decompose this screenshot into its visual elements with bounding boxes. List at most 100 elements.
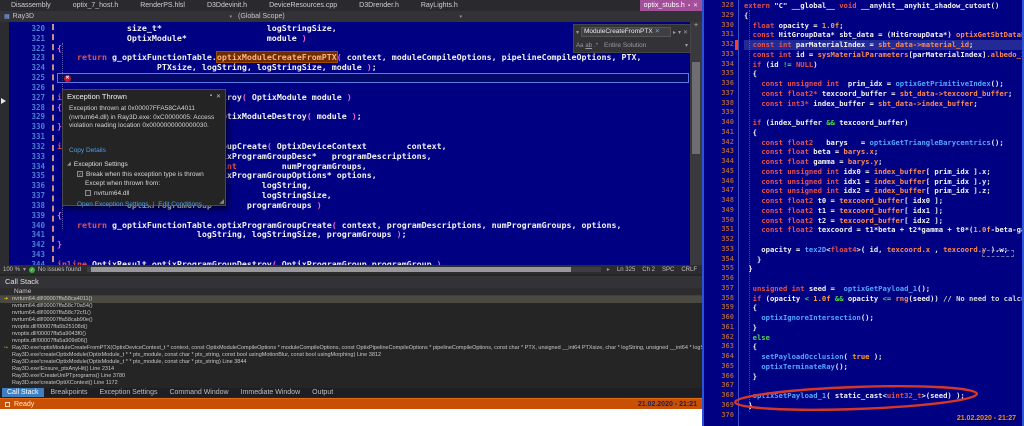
code-line[interactable]: if (index_buffer && texcoord_buffer) <box>744 118 1022 128</box>
line-number[interactable]: 337 <box>9 191 45 201</box>
right-editor-window[interactable]: 328 329 330 331 332 333 334 335 336 337 338 339 340 3… <box>702 0 1024 426</box>
line-number[interactable]: 356 <box>706 274 734 284</box>
code-line[interactable]: } <box>744 323 1022 333</box>
line-number[interactable]: 341 <box>9 230 45 240</box>
line-number[interactable]: 335 <box>9 171 45 181</box>
exception-settings-toggle[interactable]: ◢ Exception Settings <box>63 157 225 168</box>
line-number[interactable]: 349 <box>706 206 734 216</box>
code-line[interactable]: optixTerminateRay(); <box>744 362 1022 372</box>
code-line[interactable]: const unsigned int idx2 = index_buffer[ … <box>744 186 1022 196</box>
tab-d3ddevinit-h[interactable]: D3Ddevinit.h <box>196 0 258 11</box>
line-number[interactable]: 339 <box>9 211 45 221</box>
line-number[interactable]: 354 <box>706 255 734 265</box>
checkbox-checked-icon[interactable]: ✓ <box>77 171 83 178</box>
left-gutter[interactable]: 320 321 322 323 324 325 326 327 328 329 330 331 332 3… <box>9 24 45 265</box>
code-line[interactable]: { <box>744 11 1022 21</box>
code-line[interactable]: const unsigned int prim_idx = optixGetPr… <box>744 79 1022 89</box>
line-number[interactable]: 343 <box>706 147 734 157</box>
code-line[interactable]: float opacity = 1.0f; <box>744 21 1022 31</box>
call-stack-frame[interactable]: nvrtum64.dll!00007ffa58c72cf1() <box>0 310 702 317</box>
tab-renderps-hlsl[interactable]: RenderPS.hlsl <box>129 0 196 11</box>
zoom-level[interactable]: 100 % <box>3 267 20 273</box>
line-number[interactable]: 362 <box>706 333 734 343</box>
whole-word-icon[interactable]: ab <box>585 43 592 49</box>
line-number[interactable]: 333 <box>9 152 45 162</box>
panel-tab-call-stack[interactable]: Call Stack <box>2 388 44 397</box>
line-number[interactable]: 360 <box>706 313 734 323</box>
resize-grip-icon[interactable]: ◢ <box>219 198 224 205</box>
line-number[interactable]: 330 <box>9 122 45 132</box>
code-line[interactable]: ✕ <box>57 73 689 83</box>
close-icon[interactable]: ✕ <box>216 93 221 100</box>
right-gutter[interactable]: 328 329 330 331 332 333 334 335 336 337 338 339 340 3… <box>706 1 734 420</box>
line-number[interactable]: 338 <box>706 99 734 109</box>
line-number[interactable]: 359 <box>706 303 734 313</box>
line-number[interactable]: 342 <box>9 240 45 250</box>
find-next-icon[interactable]: ▸ <box>673 29 676 36</box>
panel-tab-command-window[interactable]: Command Window <box>164 388 233 397</box>
call-stack-frame[interactable]: Ray3D.exe!createOptixModule(OptixModule_… <box>0 352 702 359</box>
line-number[interactable]: 339 <box>706 108 734 118</box>
line-number[interactable]: 328 <box>9 103 45 113</box>
tab-d3drender-h[interactable]: D3Drender.h <box>348 0 410 11</box>
scrollbar-thumb[interactable] <box>692 62 700 154</box>
checkbox-unchecked-icon[interactable] <box>85 190 91 196</box>
tab-raylights-h[interactable]: RayLights.h <box>410 0 469 11</box>
call-stack-frame[interactable]: nvoptix.dll!00007ffa5a9043f0() <box>0 331 702 338</box>
panel-tab-breakpoints[interactable]: Breakpoints <box>46 388 93 397</box>
tab-deviceresources-cpp[interactable]: DeviceResources.cpp <box>258 0 348 11</box>
line-number[interactable]: 341 <box>706 128 734 138</box>
chevron-down-icon[interactable]: ▾ <box>459 14 462 20</box>
indicator-margin[interactable] <box>0 22 9 265</box>
line-number[interactable]: 321 <box>9 34 45 44</box>
scope-dropdown[interactable]: (Global Scope) ▾ <box>238 13 468 20</box>
call-stack-frame[interactable]: nvrtum64.dll!00007ffa58c70a54() <box>0 303 702 310</box>
code-line[interactable]: const int id = sysMaterialParameters[par… <box>744 50 1022 60</box>
match-case-icon[interactable]: Aa <box>576 43 583 49</box>
line-number[interactable]: 358 <box>706 294 734 304</box>
code-line[interactable]: const unsigned int idx1 = index_buffer[ … <box>744 177 1022 187</box>
code-line[interactable] <box>744 108 1022 118</box>
line-number[interactable]: 344 <box>706 157 734 167</box>
close-icon[interactable]: ✕ <box>683 29 688 36</box>
line-number[interactable]: 350 <box>706 216 734 226</box>
code-line[interactable]: setPayloadOcclusion( true ); <box>744 352 1022 362</box>
panel-tab-immediate-window[interactable]: Immediate Window <box>236 388 306 397</box>
code-line[interactable]: const float2 t1 = texcoord_buffer[ idx1 … <box>744 206 1022 216</box>
line-number[interactable]: 329 <box>9 112 45 122</box>
line-number[interactable]: 324 <box>9 63 45 73</box>
line-number[interactable]: 333 <box>706 50 734 60</box>
code-line[interactable]: if (opacity < 1.0f && opacity <= rng(see… <box>744 294 1022 304</box>
line-number[interactable]: 331 <box>706 30 734 40</box>
code-line[interactable]: } <box>744 264 1022 274</box>
code-line[interactable]: const float2* texcoord_buffer = sbt_data… <box>744 89 1022 99</box>
code-line[interactable]: const unsigned int idx0 = index_buffer[ … <box>744 167 1022 177</box>
chevron-down-icon[interactable]: ▾ <box>678 29 681 36</box>
line-number[interactable]: 353 <box>706 245 734 255</box>
chevron-down-icon[interactable]: ▾ <box>229 14 232 20</box>
line-number[interactable]: 320 <box>9 24 45 34</box>
edit-conditions-link[interactable]: Edit Conditions <box>158 201 202 208</box>
line-number[interactable]: 352 <box>706 235 734 245</box>
tab-optix-stubs[interactable]: optix_stubs.h ▪ ✕ <box>639 0 702 11</box>
code-line[interactable]: { <box>744 128 1022 138</box>
vertical-scrollbar[interactable]: + <box>690 22 702 265</box>
call-stack-frame[interactable]: Ray3D.exe!createOptiXContext() Line 1172 <box>0 380 702 387</box>
code-line[interactable]: logString, logStringSize, programGroups … <box>57 229 689 240</box>
line-number[interactable]: 336 <box>9 181 45 191</box>
call-stack-frame[interactable]: nvoptix.dll!00007ffa5b25108d() <box>0 324 702 331</box>
line-number[interactable]: 348 <box>706 196 734 206</box>
code-line[interactable]: } <box>744 372 1022 382</box>
code-line[interactable]: const float2 texcoord = t1*beta + t2*gam… <box>744 225 1022 235</box>
line-number[interactable]: 334 <box>706 60 734 70</box>
close-icon[interactable]: ✕ <box>693 2 698 9</box>
line-number[interactable]: 343 <box>9 250 45 260</box>
chevron-down-icon[interactable]: ▾ <box>576 29 579 36</box>
tab-disassembly[interactable]: Disassembly <box>0 0 62 11</box>
chevron-down-icon[interactable]: ▾ <box>23 266 26 273</box>
code-line[interactable]: const int parMaterialIndex = sbt_data->m… <box>744 40 1022 50</box>
line-number[interactable]: 323 <box>9 53 45 63</box>
code-line[interactable]: const int3* index_buffer = sbt_data->ind… <box>744 99 1022 109</box>
line-number[interactable]: 340 <box>9 221 45 231</box>
line-number[interactable]: 327 <box>9 93 45 103</box>
